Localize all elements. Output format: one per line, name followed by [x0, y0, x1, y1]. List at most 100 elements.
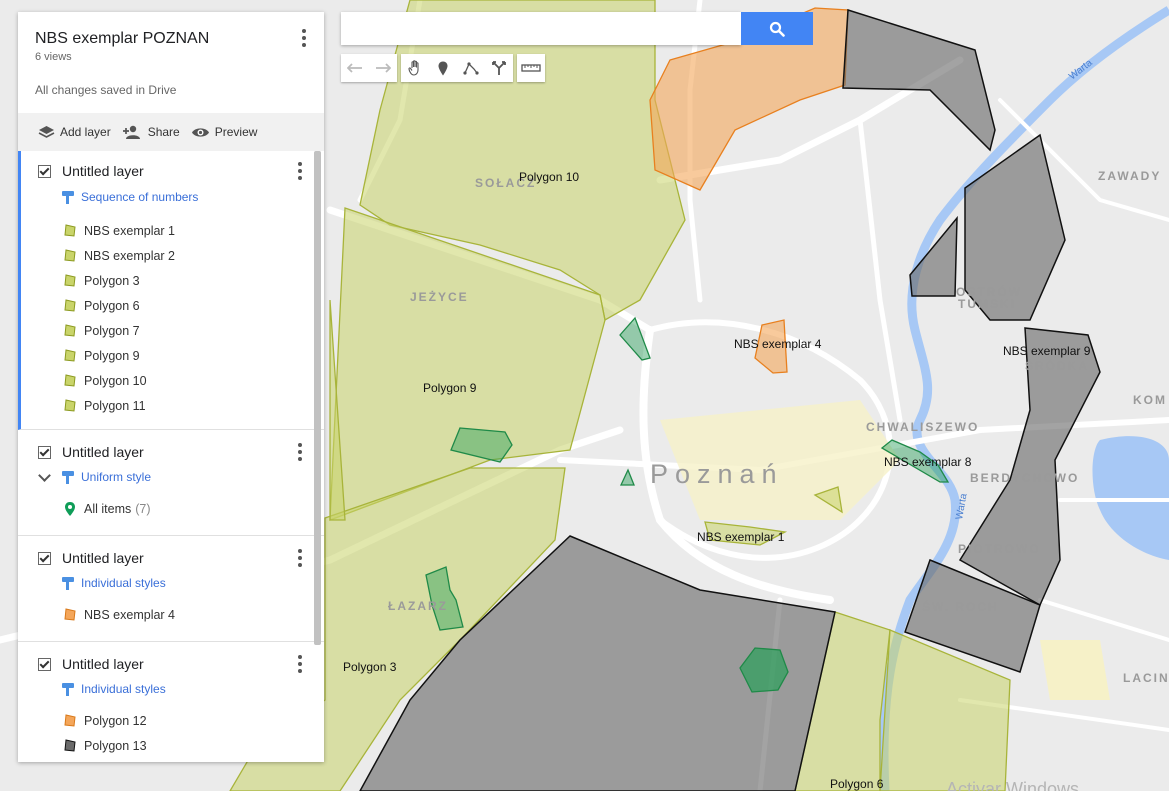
chevron-down-icon[interactable] [38, 469, 51, 482]
search-icon [769, 21, 785, 37]
select-items-button[interactable] [401, 54, 429, 82]
city-label-poznan: Poznań [650, 459, 784, 489]
map-legend-panel: NBS exemplar POZNAN 6 views All changes … [18, 12, 324, 762]
layer-4-options-icon[interactable] [290, 654, 310, 674]
district-label-piotrowo: PIOTROWO [958, 542, 1041, 556]
all-items-row[interactable]: All items (7) [18, 496, 324, 521]
hand-icon [408, 60, 419, 76]
layer-2-options-icon[interactable] [290, 442, 310, 462]
district-label-berdychowo: BERDYCHOWO [970, 471, 1079, 485]
map-title[interactable]: NBS exemplar POZNAN [35, 30, 307, 48]
district-label-srodka: ŚRÓDKA [1025, 358, 1089, 373]
layer-4-checkbox[interactable] [38, 657, 51, 671]
layer-4-name[interactable]: Untitled layer [62, 656, 144, 672]
undo-redo-group [341, 54, 397, 82]
layer-2-style[interactable]: Uniform style [18, 466, 324, 488]
layer-4[interactable]: Untitled layer Individual styles Polygon… [18, 642, 324, 762]
layer-3-name[interactable]: Untitled layer [62, 550, 144, 566]
drawing-group [401, 54, 513, 82]
redo-button[interactable] [369, 54, 397, 82]
list-item[interactable]: Polygon 3 [21, 268, 324, 293]
item-label: Polygon 12 [84, 713, 147, 728]
layer-3-options-icon[interactable] [290, 548, 310, 568]
map-views-count: 6 views [35, 51, 72, 63]
add-layer-label: Add layer [60, 125, 111, 139]
list-item[interactable]: NBS exemplar 4 [18, 602, 324, 627]
polygon-icon [64, 248, 76, 262]
add-layer-button[interactable]: Add layer [38, 125, 111, 139]
layer-3[interactable]: Untitled layer Individual styles NBS exe… [18, 536, 324, 642]
district-label-zawady: ZAWADY [1098, 169, 1161, 183]
layer-1-checkbox[interactable] [38, 164, 51, 178]
item-label: Polygon 9 [84, 348, 140, 363]
district-label-lazarz: ŁAZARZ [388, 599, 448, 613]
map-label-nbs-exemplar-1: NBS exemplar 1 [697, 530, 785, 544]
item-label: Polygon 3 [84, 273, 140, 288]
item-label: All items [84, 501, 132, 516]
measure-button[interactable] [517, 54, 545, 82]
list-item[interactable]: Polygon 6 [21, 293, 324, 318]
item-label: Polygon 7 [84, 323, 140, 338]
undo-button[interactable] [341, 54, 369, 82]
list-item[interactable]: Polygon 12 [18, 708, 324, 733]
paint-roller-icon [62, 190, 74, 204]
item-label: Polygon 13 [84, 738, 147, 753]
add-directions-button[interactable] [485, 54, 513, 82]
layer-2-style-label: Uniform style [81, 470, 152, 484]
district-label-swroch: ŚW. ROCH [922, 599, 999, 614]
search-button[interactable] [741, 12, 813, 45]
map-pin-icon [65, 501, 75, 516]
layer-4-style[interactable]: Individual styles [18, 678, 324, 700]
list-item[interactable]: Polygon 9 [21, 343, 324, 368]
layer-1-options-icon[interactable] [290, 161, 310, 181]
polygon-icon [64, 607, 76, 621]
item-label: NBS exemplar 4 [84, 607, 176, 622]
lacina-area [1040, 640, 1110, 700]
preview-button[interactable]: Preview [191, 125, 257, 139]
layer-2-checkbox[interactable] [38, 445, 51, 459]
layer-3-checkbox[interactable] [38, 551, 51, 565]
polygon-icon [64, 273, 76, 287]
layer-4-style-label: Individual styles [81, 682, 166, 696]
polygon-icon [64, 223, 76, 237]
list-item[interactable]: NBS exemplar 2 [21, 243, 324, 268]
district-label-chwaliszewo: CHWALISZEWO [866, 420, 979, 434]
list-item[interactable]: NBS exemplar 1 [21, 218, 324, 243]
district-label-lacina: LACIN [1123, 671, 1169, 685]
share-button[interactable]: Share [122, 125, 180, 139]
list-item[interactable]: Polygon 11 [21, 393, 324, 418]
save-status: All changes saved in Drive [35, 83, 177, 97]
draw-line-button[interactable] [457, 54, 485, 82]
map-label-polygon-10: Polygon 10 [519, 170, 579, 184]
layer-1-name[interactable]: Untitled layer [62, 163, 144, 179]
map-label-polygon-6: Polygon 6 [830, 777, 884, 791]
polygon-icon [64, 323, 76, 337]
directions-icon [492, 61, 506, 75]
add-marker-button[interactable] [429, 54, 457, 82]
map-tools [341, 54, 545, 82]
layer-2-name[interactable]: Untitled layer [62, 444, 144, 460]
eye-icon [191, 127, 209, 137]
map-options-menu-icon[interactable] [294, 28, 314, 48]
polygon-icon [64, 348, 76, 362]
district-label-tumski: TUMSKI [958, 297, 1016, 311]
layer-1-style[interactable]: Sequence of numbers [21, 186, 324, 208]
list-item[interactable]: Polygon 7 [21, 318, 324, 343]
list-item[interactable]: Polygon 13 [18, 733, 324, 758]
marker-icon [438, 61, 448, 75]
map-label-polygon-3: Polygon 3 [343, 660, 397, 674]
layer-3-style-label: Individual styles [81, 576, 166, 590]
undo-icon [347, 63, 362, 73]
paint-roller-icon [62, 470, 74, 484]
windows-watermark: Activar Windows [946, 779, 1079, 791]
draw-line-icon [463, 62, 479, 75]
map-label-nbs-exemplar-8: NBS exemplar 8 [884, 455, 972, 469]
list-item[interactable]: Polygon 10 [21, 368, 324, 393]
item-label: NBS exemplar 1 [84, 223, 176, 238]
panel-scrollbar[interactable] [314, 151, 321, 645]
layer-1[interactable]: Untitled layer Sequence of numbers NBS e… [18, 151, 324, 430]
layer-2[interactable]: Untitled layer Uniform style All items (7… [18, 430, 324, 536]
search-input[interactable] [341, 12, 741, 45]
layer-3-style[interactable]: Individual styles [18, 572, 324, 594]
map-label-polygon-9: Polygon 9 [423, 381, 477, 395]
